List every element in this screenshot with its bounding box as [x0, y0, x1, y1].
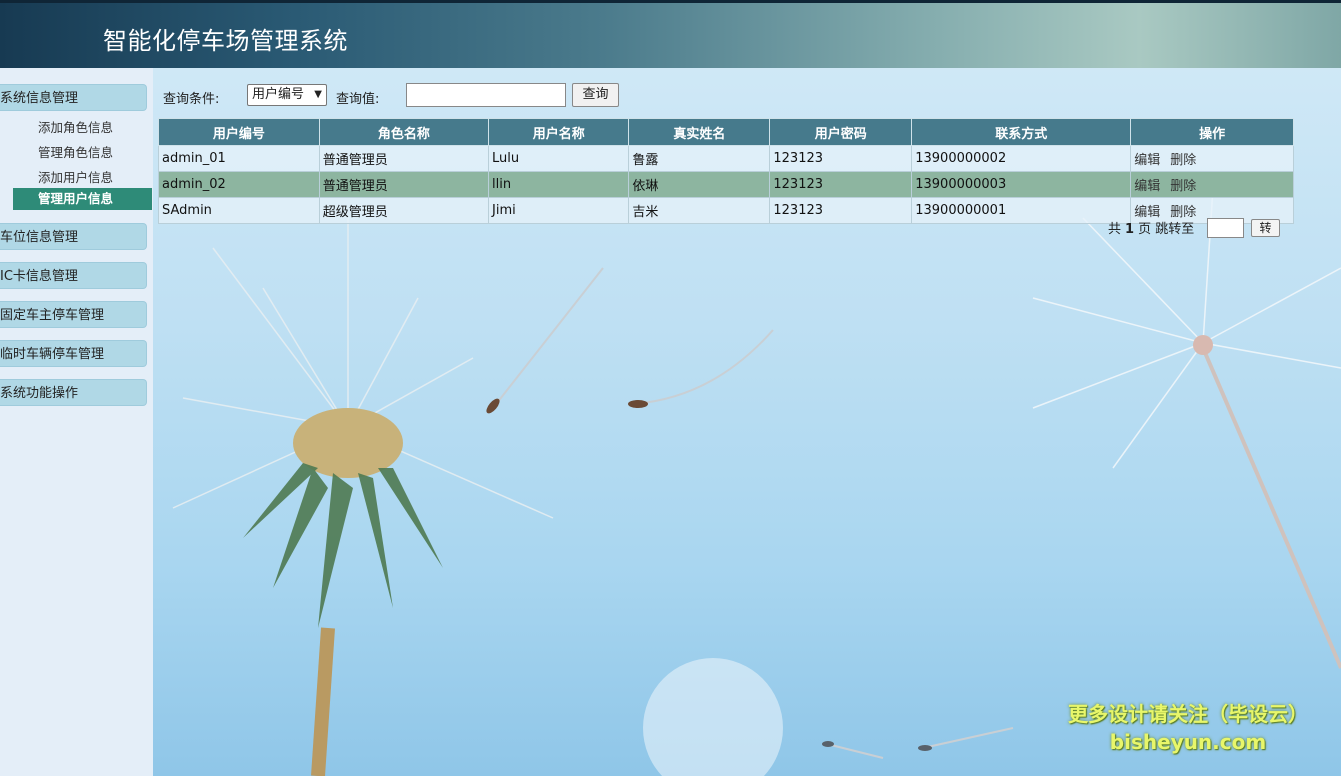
cell-contact: 13900000001	[911, 197, 1132, 224]
cell-real-name: 吉米	[628, 197, 771, 224]
delete-link[interactable]: 删除	[1170, 179, 1196, 194]
cell-user-id: SAdmin	[158, 197, 320, 224]
cell-actions: 编辑 删除	[1130, 145, 1294, 172]
menu-item-add-role[interactable]: 添加角色信息	[38, 117, 113, 136]
cell-password: 123123	[769, 171, 913, 198]
query-button[interactable]: 查询	[572, 83, 619, 107]
table-row: admin_02 普通管理员 llin 依琳 123123 1390000000…	[158, 171, 1294, 198]
edit-link[interactable]: 编辑	[1134, 179, 1160, 194]
table-row: admin_01 普通管理员 Lulu 鲁露 123123 1390000000…	[158, 145, 1294, 172]
cell-role-name: 普通管理员	[318, 145, 490, 172]
cell-real-name: 依琳	[628, 171, 771, 198]
sidebar: 系统信息管理 添加角色信息 管理角色信息 添加用户信息 管理用户信息 车位信息管…	[0, 68, 153, 776]
column-header-actions: 操作	[1130, 118, 1294, 146]
watermark-line2: bisheyun.com	[1109, 730, 1267, 754]
menu-item-manage-user[interactable]: 管理用户信息	[13, 188, 152, 210]
cell-actions: 编辑 删除	[1130, 171, 1294, 198]
cell-username: llin	[488, 171, 630, 198]
menu-group-system-ops[interactable]: 系统功能操作	[0, 379, 147, 406]
pager-suffix: 页 跳转至	[1138, 222, 1195, 237]
user-table: 用户编号 角色名称 用户名称 真实姓名 用户密码 联系方式 操作 admin_0…	[158, 118, 1294, 224]
cell-user-id: admin_01	[158, 145, 320, 172]
menu-group-system-info[interactable]: 系统信息管理	[0, 84, 147, 111]
query-value-input[interactable]	[406, 83, 566, 107]
cell-password: 123123	[769, 197, 913, 224]
column-header-password: 用户密码	[769, 118, 913, 146]
menu-group-fixed-owner[interactable]: 固定车主停车管理	[0, 301, 147, 328]
condition-select[interactable]: 用户编号 ▼	[247, 84, 327, 106]
menu-item-manage-role[interactable]: 管理角色信息	[38, 142, 113, 161]
column-header-user-id: 用户编号	[158, 118, 320, 146]
chevron-down-icon: ▼	[314, 89, 322, 100]
column-header-real-name: 真实姓名	[628, 118, 771, 146]
menu-item-add-user[interactable]: 添加用户信息	[38, 167, 113, 186]
query-value-label: 查询值:	[336, 92, 380, 107]
cell-contact: 13900000003	[911, 171, 1132, 198]
condition-select-value: 用户编号	[252, 87, 305, 102]
condition-label: 查询条件:	[163, 92, 220, 107]
table-header-row: 用户编号 角色名称 用户名称 真实姓名 用户密码 联系方式 操作	[158, 118, 1294, 146]
column-header-contact: 联系方式	[911, 118, 1132, 146]
delete-link[interactable]: 删除	[1170, 153, 1196, 168]
watermark: 更多设计请关注（毕设云） bisheyun.com	[1058, 700, 1318, 756]
goto-page-input[interactable]	[1207, 218, 1244, 238]
cell-password: 123123	[769, 145, 913, 172]
menu-group-ic-card[interactable]: IC卡信息管理	[0, 262, 147, 289]
menu-group-temp-vehicle[interactable]: 临时车辆停车管理	[0, 340, 147, 367]
edit-link[interactable]: 编辑	[1134, 153, 1160, 168]
cell-username: Lulu	[488, 145, 630, 172]
cell-username: Jimi	[488, 197, 630, 224]
cell-user-id: admin_02	[158, 171, 320, 198]
column-header-username: 用户名称	[488, 118, 630, 146]
cell-role-name: 普通管理员	[318, 171, 490, 198]
column-header-role-name: 角色名称	[318, 118, 490, 146]
cell-real-name: 鲁露	[628, 145, 771, 172]
main-content: 查询条件: 用户编号 ▼ 查询值: 查询 用户编号 角色名称 用户名称 真实姓名…	[153, 68, 1341, 776]
menu-group-parking-space[interactable]: 车位信息管理	[0, 223, 147, 250]
cell-contact: 13900000002	[911, 145, 1132, 172]
watermark-line1: 更多设计请关注（毕设云）	[1068, 702, 1308, 726]
goto-page-button[interactable]: 转	[1251, 219, 1280, 237]
pager-total-pages: 1	[1125, 222, 1135, 237]
app-title: 智能化停车场管理系统	[103, 27, 348, 55]
pager-prefix: 共	[1108, 222, 1122, 237]
app-header: 智能化停车场管理系统	[0, 0, 1341, 68]
pagination: 共1页 跳转至 转	[1108, 218, 1280, 240]
cell-role-name: 超级管理员	[318, 197, 490, 224]
